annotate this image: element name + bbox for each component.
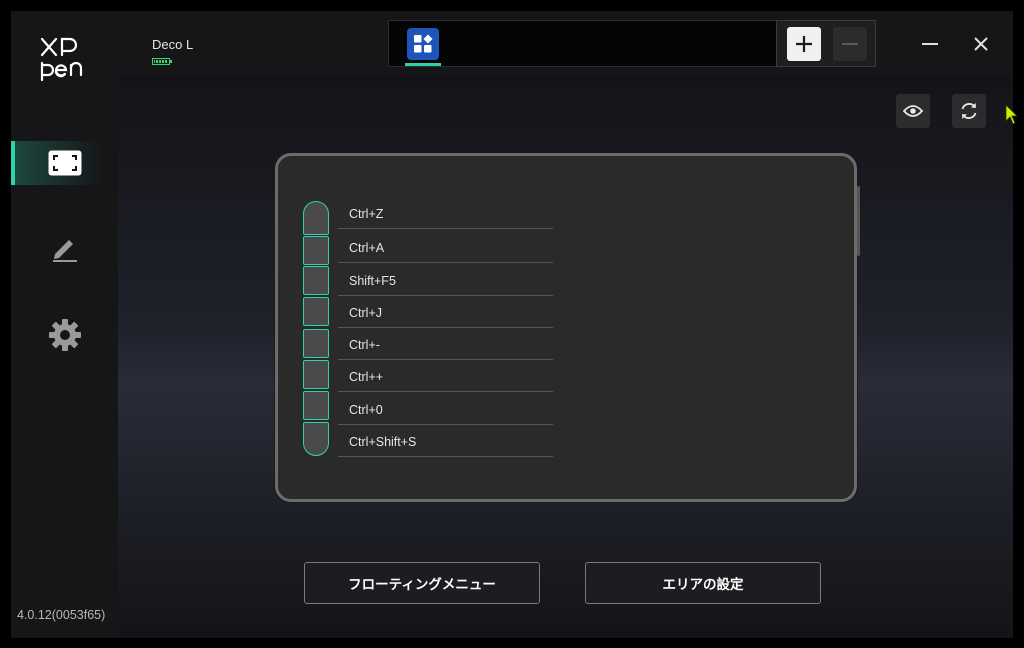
app-window: 4.0.12(0053f65) Deco L Ctrl+Z Ctrl+A Shi… [11, 11, 1013, 638]
tablet-diagram: Ctrl+Z Ctrl+A Shift+F5 Ctrl+J Ctrl+- Ctr… [275, 153, 860, 502]
minimize-button[interactable] [915, 29, 945, 59]
app-tab-controls [776, 20, 876, 67]
express-key-5[interactable] [303, 329, 329, 358]
shortcut-label[interactable]: Ctrl+0 [338, 399, 553, 425]
close-button[interactable] [966, 29, 996, 59]
shortcut-label[interactable]: Ctrl+A [338, 237, 553, 263]
shortcut-label[interactable]: Shift+F5 [338, 270, 553, 296]
sidebar-item-pen[interactable] [11, 226, 118, 270]
shortcut-label[interactable]: Ctrl+J [338, 302, 553, 328]
close-icon [974, 37, 988, 51]
active-tab-indicator [405, 63, 441, 66]
remove-app-button[interactable] [833, 27, 867, 61]
express-key-2[interactable] [303, 236, 329, 265]
reset-button[interactable] [952, 94, 986, 128]
top-bar: Deco L [118, 11, 1013, 76]
all-apps-grid-icon [414, 34, 433, 53]
express-key-4[interactable] [303, 297, 329, 326]
fullscreen-frame-icon [48, 150, 81, 176]
pen-icon [52, 240, 77, 262]
shortcut-label[interactable]: Ctrl+Z [338, 203, 553, 229]
express-key-3[interactable] [303, 266, 329, 295]
minus-icon [842, 43, 858, 45]
battery-icon [152, 58, 172, 65]
express-key-7[interactable] [303, 391, 329, 420]
plus-icon [796, 36, 812, 52]
mouse-cursor-icon [1005, 104, 1018, 125]
xp-pen-logo [40, 37, 83, 82]
shortcut-label[interactable]: Ctrl++ [338, 366, 553, 392]
device-name: Deco L [152, 37, 194, 52]
main-panel: Ctrl+Z Ctrl+A Shift+F5 Ctrl+J Ctrl+- Ctr… [118, 76, 1013, 638]
area-settings-button[interactable]: エリアの設定 [585, 562, 821, 604]
app-tab-all-apps[interactable] [405, 26, 441, 62]
shortcut-label[interactable]: Ctrl+- [338, 334, 553, 360]
express-key-1[interactable] [303, 201, 329, 235]
minimize-icon [922, 43, 938, 45]
gear-icon [48, 319, 81, 351]
sidebar-item-work-area[interactable] [11, 141, 118, 185]
eye-icon [903, 105, 923, 117]
add-app-button[interactable] [787, 27, 821, 61]
preview-button[interactable] [896, 94, 930, 128]
express-key-8[interactable] [303, 422, 329, 456]
refresh-icon [961, 103, 977, 119]
sidebar-item-settings[interactable] [11, 313, 118, 357]
express-key-6[interactable] [303, 360, 329, 389]
shortcut-label[interactable]: Ctrl+Shift+S [338, 431, 553, 457]
floating-menu-button[interactable]: フローティングメニュー [304, 562, 540, 604]
sidebar: 4.0.12(0053f65) [11, 11, 118, 638]
version-label: 4.0.12(0053f65) [17, 608, 106, 622]
